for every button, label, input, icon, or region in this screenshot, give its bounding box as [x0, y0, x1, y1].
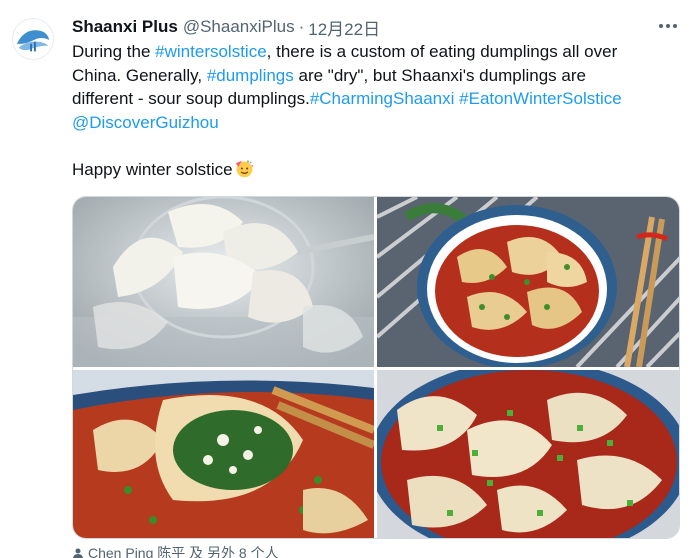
hashtag-wintersolstice[interactable]: #wintersolstice — [155, 42, 267, 61]
header-separator: · — [298, 17, 305, 36]
tweet-line-2: China. Generally, #dumplings are "dry", … — [72, 65, 586, 85]
tweet-line-3: different - sour soup dumplings.#Charmin… — [72, 89, 622, 108]
author-name[interactable]: Shaanxi Plus — [72, 17, 178, 37]
hashtag-eatonwintersolstice[interactable]: #EatonWinterSolstice — [459, 89, 622, 108]
tweet-line-4: @DiscoverGuizhou — [72, 111, 682, 135]
hashtag-dumplings[interactable]: #dumplings — [207, 66, 294, 85]
hashtag-charmingshaanxi[interactable]: #CharmingShaanxi — [310, 89, 455, 108]
tweet-greeting: Happy winter solstice — [72, 158, 682, 182]
tweet-line-1: During the #wintersolstice, there is a c… — [72, 42, 618, 61]
photo-dumplings-with-scallions[interactable] — [377, 370, 679, 538]
photo-dumpling-filling-closeup[interactable] — [73, 370, 374, 538]
author-handle[interactable]: @ShaanxiPlus — [183, 17, 295, 37]
photo-sour-soup-dumplings-bowl[interactable] — [377, 197, 679, 367]
photo-dumplings-in-strainer[interactable] — [73, 197, 374, 367]
more-options-icon[interactable] — [656, 16, 680, 36]
tweet-card[interactable]: Shaanxi Plus @ShaanxiPlus · 12月22日 Durin… — [0, 0, 700, 558]
media-grid[interactable] — [72, 196, 680, 539]
tweet-date[interactable]: 12月22日 — [308, 15, 380, 40]
person-icon — [73, 548, 83, 558]
partying-face-emoji — [235, 160, 253, 177]
mention-discoverguizhou[interactable]: @DiscoverGuizhou — [72, 113, 219, 132]
tagged-users[interactable]: Chen Ping 陈平 及 另外 8 个人 — [72, 543, 279, 558]
author-avatar[interactable] — [12, 18, 54, 60]
tweet-header: Shaanxi Plus @ShaanxiPlus · 12月22日 — [72, 15, 380, 40]
tweet-text: During the #wintersolstice, there is a c… — [72, 40, 682, 181]
tagged-users-text: Chen Ping 陈平 及 另外 8 个人 — [88, 545, 279, 558]
